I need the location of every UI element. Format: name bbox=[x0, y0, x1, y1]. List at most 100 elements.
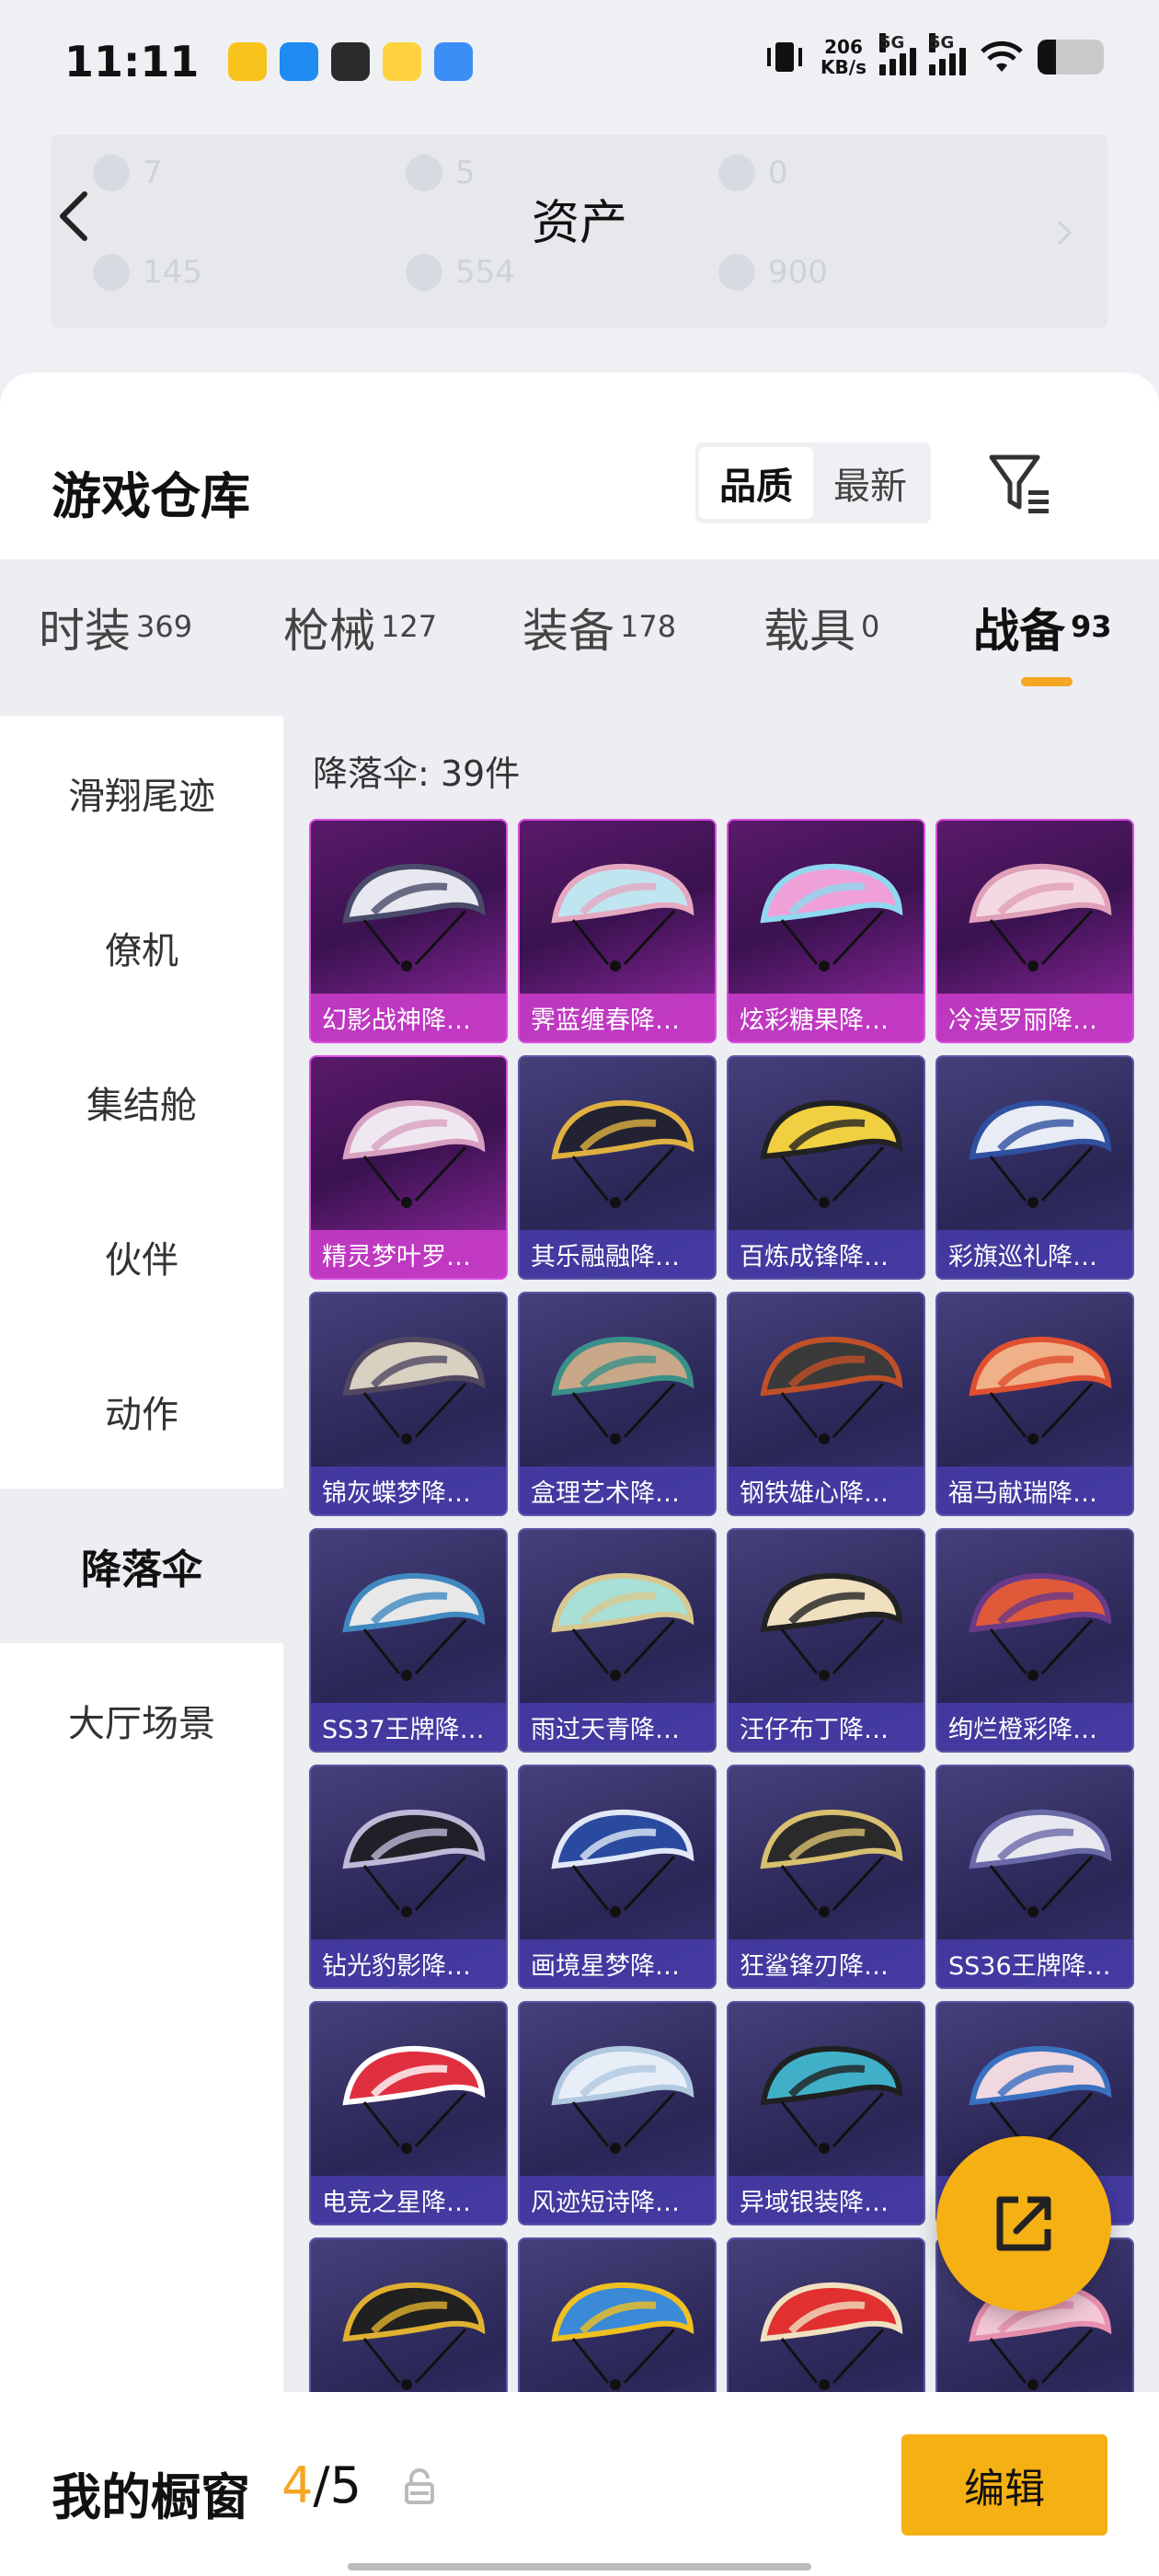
net-speed-unit: KB/s bbox=[820, 56, 866, 78]
showcase-label: 我的橱窗 bbox=[52, 2468, 250, 2526]
sidebar-item-glide-trail[interactable]: 滑翔尾迹 bbox=[0, 716, 283, 870]
battery-icon bbox=[1038, 40, 1104, 75]
parachute-item-card[interactable]: 绚烂橙彩降… bbox=[935, 1528, 1134, 1753]
parachute-item-card[interactable]: 幻影战神降… bbox=[309, 819, 508, 1043]
parachute-item-card[interactable]: 电竞之星降… bbox=[309, 2001, 508, 2225]
parachute-item-card[interactable]: 精灵梦叶罗… bbox=[309, 1055, 508, 1280]
item-name-bar: 炫彩糖果降… bbox=[729, 994, 924, 1041]
tab-weapons[interactable]: 枪械 127 bbox=[283, 594, 437, 661]
parachute-icon bbox=[551, 2282, 694, 2390]
signal-icon: 5G bbox=[879, 33, 916, 75]
sidebar-item-parachute[interactable]: 降落伞 bbox=[0, 1489, 283, 1643]
parachute-item-card[interactable]: 锦灰蝶梦降… bbox=[309, 1292, 508, 1516]
parachute-item-card[interactable]: 冷漠罗丽降… bbox=[935, 819, 1134, 1043]
item-name: 幻影战神降… bbox=[322, 1006, 471, 1035]
sidebar-item-companion[interactable]: 伙伴 bbox=[0, 1179, 283, 1334]
item-name-bar: 异域银装降… bbox=[729, 2176, 924, 2224]
sidebar-item-wingman[interactable]: 僚机 bbox=[0, 870, 283, 1025]
item-name: 盒理艺术降… bbox=[531, 1478, 680, 1508]
item-name: 汪仔布丁降… bbox=[740, 1715, 889, 1744]
parachute-icon bbox=[760, 2282, 903, 2390]
sidebar-item-emote[interactable]: 动作 bbox=[0, 1334, 283, 1489]
item-name-bar: 福马献瑞降… bbox=[937, 1466, 1132, 1514]
tab-label: 时装 bbox=[39, 604, 131, 658]
item-name-bar: 狂鲨锋刃降… bbox=[729, 1939, 924, 1987]
share-button[interactable] bbox=[936, 2136, 1111, 2311]
status-right: 206 KB/s 5G 5G bbox=[762, 33, 1104, 77]
parachute-item-card[interactable]: 百炼成锋降… bbox=[727, 1055, 925, 1280]
parachute-item-card[interactable]: 盒理艺术降… bbox=[518, 1292, 717, 1516]
edit-button[interactable]: 编辑 bbox=[901, 2434, 1107, 2536]
net-speed: 206 KB/s bbox=[820, 37, 866, 77]
parachute-item-card[interactable]: SS36王牌降… bbox=[935, 1765, 1134, 1989]
parachute-item-card[interactable]: 雨过天青降… bbox=[518, 1528, 717, 1753]
signal-5g-label: 5G bbox=[879, 33, 905, 52]
tab-vehicles[interactable]: 载具 0 bbox=[763, 594, 879, 661]
parachute-item-card[interactable]: 汪仔布丁降… bbox=[727, 1528, 925, 1753]
parachute-icon bbox=[969, 1809, 1112, 1917]
coin-icon bbox=[93, 254, 130, 291]
item-name: 异域银装降… bbox=[740, 2188, 889, 2217]
item-name: 电竞之星降… bbox=[322, 2188, 471, 2217]
item-name: 其乐融融降… bbox=[531, 1242, 680, 1271]
home-indicator[interactable] bbox=[348, 2563, 811, 2570]
filter-icon bbox=[989, 454, 1049, 513]
item-name-bar: 其乐融融降… bbox=[520, 1230, 715, 1278]
showcase-count: 4/5 bbox=[281, 2456, 361, 2514]
parachute-icon bbox=[760, 2045, 903, 2154]
item-name: 精灵梦叶罗… bbox=[322, 1242, 471, 1271]
tab-equipment[interactable]: 装备 178 bbox=[522, 594, 676, 661]
sort-toggle: 品质 最新 bbox=[695, 443, 931, 523]
parachute-item-card[interactable]: 钢铁雄心降… bbox=[727, 1292, 925, 1516]
item-name: 百炼成锋降… bbox=[740, 1242, 889, 1271]
item-name-bar: SS37王牌降… bbox=[311, 1703, 506, 1751]
item-name: 绚烂橙彩降… bbox=[948, 1715, 1097, 1744]
item-name-bar: 盒理艺术降… bbox=[520, 1466, 715, 1514]
parachute-icon bbox=[342, 1572, 486, 1681]
parachute-item-card[interactable]: 其乐融融降… bbox=[518, 1055, 717, 1280]
sidebar: 滑翔尾迹 僚机 集结舱 伙伴 动作 降落伞 大厅场景 bbox=[0, 716, 283, 2576]
parachute-icon bbox=[760, 863, 903, 972]
net-speed-value: 206 bbox=[824, 36, 863, 58]
parachute-item-card[interactable]: 画境星梦降… bbox=[518, 1765, 717, 1989]
asset-value: 145 bbox=[143, 254, 202, 291]
tab-label: 装备 bbox=[522, 604, 614, 658]
item-name-bar: 钻光豹影降… bbox=[311, 1939, 506, 1987]
sidebar-item-assembly-pod[interactable]: 集结舱 bbox=[0, 1025, 283, 1179]
tab-count: 0 bbox=[861, 609, 880, 645]
warehouse-title: 游戏仓库 bbox=[52, 467, 250, 525]
showcase-current: 4 bbox=[281, 2456, 314, 2514]
item-name-bar: 百炼成锋降… bbox=[729, 1230, 924, 1278]
parachute-item-card[interactable]: 狂鲨锋刃降… bbox=[727, 1765, 925, 1989]
signal-icon: 5G bbox=[929, 33, 966, 75]
parachute-item-card[interactable]: 风迹短诗降… bbox=[518, 2001, 717, 2225]
app-notification-icon bbox=[228, 42, 268, 81]
item-name-bar: 精灵梦叶罗… bbox=[311, 1230, 506, 1278]
parachute-item-card[interactable]: 炫彩糖果降… bbox=[727, 819, 925, 1043]
item-name: 锦灰蝶梦降… bbox=[322, 1478, 471, 1508]
app-notification-icon bbox=[331, 42, 371, 81]
filter-button[interactable] bbox=[984, 441, 1058, 523]
item-name: 炫彩糖果降… bbox=[740, 1006, 889, 1035]
parachute-item-card[interactable]: 异域银装降… bbox=[727, 2001, 925, 2225]
parachute-item-card[interactable]: 钻光豹影降… bbox=[309, 1765, 508, 1989]
showcase-max: 5 bbox=[329, 2456, 361, 2514]
sort-option-newest[interactable]: 最新 bbox=[813, 447, 927, 519]
tab-fashion[interactable]: 时装 369 bbox=[39, 594, 192, 661]
parachute-item-card[interactable] bbox=[518, 2237, 717, 2392]
parachute-item-card[interactable] bbox=[727, 2237, 925, 2392]
parachute-item-card[interactable]: SS37王牌降… bbox=[309, 1528, 508, 1753]
item-name-bar: SS36王牌降… bbox=[937, 1939, 1132, 1987]
item-name: 彩旗巡礼降… bbox=[948, 1242, 1097, 1271]
parachute-item-card[interactable] bbox=[309, 2237, 508, 2392]
parachute-item-card[interactable]: 福马献瑞降… bbox=[935, 1292, 1134, 1516]
asset-item: 554 bbox=[364, 254, 677, 291]
parachute-item-card[interactable]: 彩旗巡礼降… bbox=[935, 1055, 1134, 1280]
tab-gear[interactable]: 战备 93 bbox=[973, 594, 1112, 661]
item-name: SS36王牌降… bbox=[948, 1951, 1111, 1981]
parachute-item-card[interactable]: 霁蓝缠春降… bbox=[518, 819, 717, 1043]
parachute-icon bbox=[342, 2045, 486, 2154]
parachute-icon bbox=[760, 1809, 903, 1917]
sidebar-item-lobby-scene[interactable]: 大厅场景 bbox=[0, 1643, 283, 1798]
sort-option-quality[interactable]: 品质 bbox=[699, 447, 813, 519]
